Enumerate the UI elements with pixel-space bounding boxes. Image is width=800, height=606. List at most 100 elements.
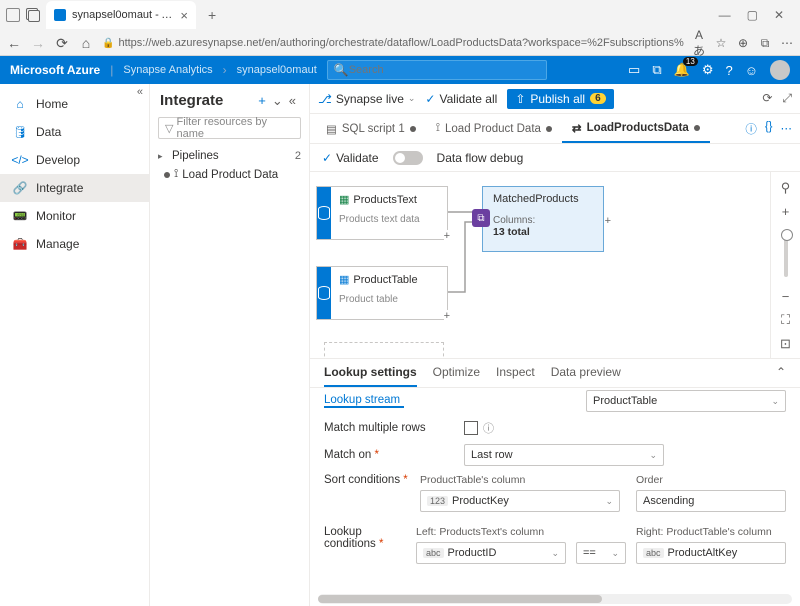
collapse-panel-icon[interactable]: «	[286, 93, 299, 108]
nav-develop[interactable]: </>Develop	[0, 146, 149, 174]
lookup-stream-select[interactable]: ProductTable⌄	[586, 390, 786, 412]
node-productstext[interactable]: ▦ProductsText Products text data +	[316, 186, 448, 240]
tab-loadproductsdata[interactable]: ⇄LoadProductsData	[562, 114, 710, 143]
fullscreen-icon[interactable]: ⛶	[781, 312, 790, 328]
add-source-placeholder[interactable]	[324, 342, 444, 358]
cols-label: Columns:	[493, 215, 593, 226]
nav-manage[interactable]: 🧰Manage	[0, 230, 149, 258]
learn-icon[interactable]: ⓘ	[745, 121, 757, 137]
refresh-icon[interactable]: ⟳	[762, 91, 772, 106]
node-matchedproducts[interactable]: ⧉ MatchedProducts Columns: 13 total +	[482, 186, 604, 252]
node-producttable[interactable]: ▦ProductTable Product table +	[316, 266, 448, 320]
debug-toggle[interactable]	[393, 151, 423, 165]
add-step-icon[interactable]: +	[444, 230, 450, 242]
extensions-icon[interactable]: ⧉	[758, 36, 772, 51]
publish-label: Publish all	[530, 92, 585, 106]
search-box[interactable]: 🔍	[327, 60, 547, 80]
add-resource-icon[interactable]: +	[255, 93, 269, 108]
close-window-icon[interactable]: ✕	[774, 8, 784, 22]
tab-data-preview[interactable]: Data preview	[551, 365, 621, 387]
crumb-workspace[interactable]: synapsel0omaut	[237, 64, 317, 76]
order-select[interactable]: Ascending	[636, 490, 786, 512]
nav-monitor[interactable]: 📟Monitor	[0, 202, 149, 230]
url-field[interactable]: 🔒 https://web.azuresynapse.net/en/author…	[102, 37, 684, 49]
nav-integrate[interactable]: 🔗Integrate	[0, 174, 149, 202]
zoom-out-icon[interactable]: −	[782, 289, 790, 304]
chevron-down-icon: ⌄	[408, 93, 416, 104]
info-icon[interactable]: ⓘ	[483, 420, 494, 436]
more-icon[interactable]: ⋯	[781, 121, 793, 137]
operator-select[interactable]: ==⌄	[576, 542, 626, 564]
tabs-icon[interactable]	[26, 8, 40, 22]
code-icon[interactable]: {}	[765, 121, 773, 137]
horizontal-scrollbar[interactable]	[318, 594, 792, 604]
directory-icon[interactable]: ⧉	[652, 62, 661, 78]
tab-load-product-data[interactable]: ⟟Load Product Data	[426, 114, 562, 143]
manage-icon: 🧰	[12, 236, 28, 252]
add-step-icon[interactable]: +	[444, 310, 450, 322]
nav-home[interactable]: ⌂Home	[0, 90, 149, 118]
tab-label: SQL script 1	[342, 123, 405, 135]
tree-item-load-product-data[interactable]: ⟟ Load Product Data	[158, 165, 301, 184]
avatar[interactable]	[770, 60, 790, 80]
zoom-slider[interactable]	[784, 231, 788, 277]
zoom-in-icon[interactable]: +	[782, 204, 790, 219]
tab-inspect[interactable]: Inspect	[496, 365, 535, 387]
zoom-fit-icon[interactable]: ⚲	[781, 180, 791, 196]
reader-icon[interactable]: Aあ	[692, 28, 706, 59]
node-subtitle: Product table	[339, 294, 439, 305]
match-multiple-checkbox[interactable]	[464, 421, 478, 435]
collapse-nav-icon[interactable]: «	[137, 86, 143, 98]
order-header: Order	[636, 474, 786, 486]
brand[interactable]: Microsoft Azure	[10, 63, 100, 77]
chevron-down-icon[interactable]: ⌄	[269, 93, 286, 109]
collections-icon[interactable]: ⊕	[736, 36, 750, 50]
sort-column-select[interactable]: 123ProductKey⌄	[420, 490, 620, 512]
left-column-select[interactable]: abcProductID⌄	[416, 542, 566, 564]
forward-icon[interactable]: →	[30, 35, 46, 51]
home-icon[interactable]: ⌂	[78, 35, 94, 51]
right-col-header: Right: ProductTable's column	[636, 526, 786, 538]
favorite-icon[interactable]: ☆	[714, 36, 728, 50]
dataflow-canvas[interactable]: ▦ProductsText Products text data + ▦Prod…	[310, 172, 770, 358]
crumb-service[interactable]: Synapse Analytics	[123, 64, 212, 76]
chevron-down-icon: ⌄	[649, 450, 657, 461]
feedback-icon[interactable]: ☺	[745, 63, 758, 78]
help-icon[interactable]: ?	[725, 63, 732, 78]
filter-input[interactable]: ▽ Filter resources by name	[158, 117, 301, 139]
browser-tab[interactable]: synapsel0omaut - Azure Synaps ×	[46, 1, 196, 29]
tab-optimize[interactable]: Optimize	[433, 365, 480, 387]
cloud-shell-icon[interactable]: ▭	[628, 62, 640, 78]
tab-lookup-settings[interactable]: Lookup settings	[324, 365, 417, 387]
dirty-dot-icon	[410, 126, 416, 132]
close-icon[interactable]: ×	[180, 8, 188, 23]
notifications-icon[interactable]: 🔔	[674, 62, 690, 78]
expand-icon[interactable]: ⤢	[782, 91, 792, 106]
new-tab-button[interactable]: +	[202, 7, 222, 23]
right-column-select[interactable]: abcProductAltKey	[636, 542, 786, 564]
publish-all-button[interactable]: ⇧ Publish all 6	[507, 89, 613, 109]
synapse-live[interactable]: ⎇Synapse live⌄	[318, 92, 415, 106]
tree-pipelines[interactable]: ▸ Pipelines 2	[158, 147, 301, 165]
nav-label: Monitor	[36, 209, 76, 223]
match-on-select[interactable]: Last row⌄	[464, 444, 664, 466]
validate-all-button[interactable]: ✓Validate all	[425, 92, 497, 106]
collapse-settings-icon[interactable]: ⌃	[776, 365, 786, 387]
nav-data[interactable]: 🛢Data	[0, 118, 149, 146]
refresh-icon[interactable]: ⟳	[54, 35, 70, 52]
minimap-icon[interactable]: ⊡	[780, 336, 791, 352]
maximize-icon[interactable]: ▢	[747, 8, 758, 22]
settings-tabs: Lookup settings Optimize Inspect Data pr…	[310, 359, 800, 388]
validate-button[interactable]: ✓Validate	[322, 151, 379, 165]
tab-sql-script[interactable]: ▤SQL script 1	[316, 114, 426, 143]
more-icon[interactable]: ⋯	[780, 36, 794, 50]
back-icon[interactable]: ←	[6, 35, 22, 51]
azure-header: Microsoft Azure | Synapse Analytics › sy…	[0, 56, 800, 84]
minimize-icon[interactable]: —	[719, 8, 731, 22]
window-icon[interactable]	[6, 8, 20, 22]
settings-icon[interactable]: ⚙	[702, 62, 714, 78]
select-value: ==	[583, 547, 596, 559]
search-input[interactable]	[349, 64, 540, 76]
url-text: https://web.azuresynapse.net/en/authorin…	[118, 37, 684, 49]
add-step-icon[interactable]: +	[605, 215, 611, 227]
